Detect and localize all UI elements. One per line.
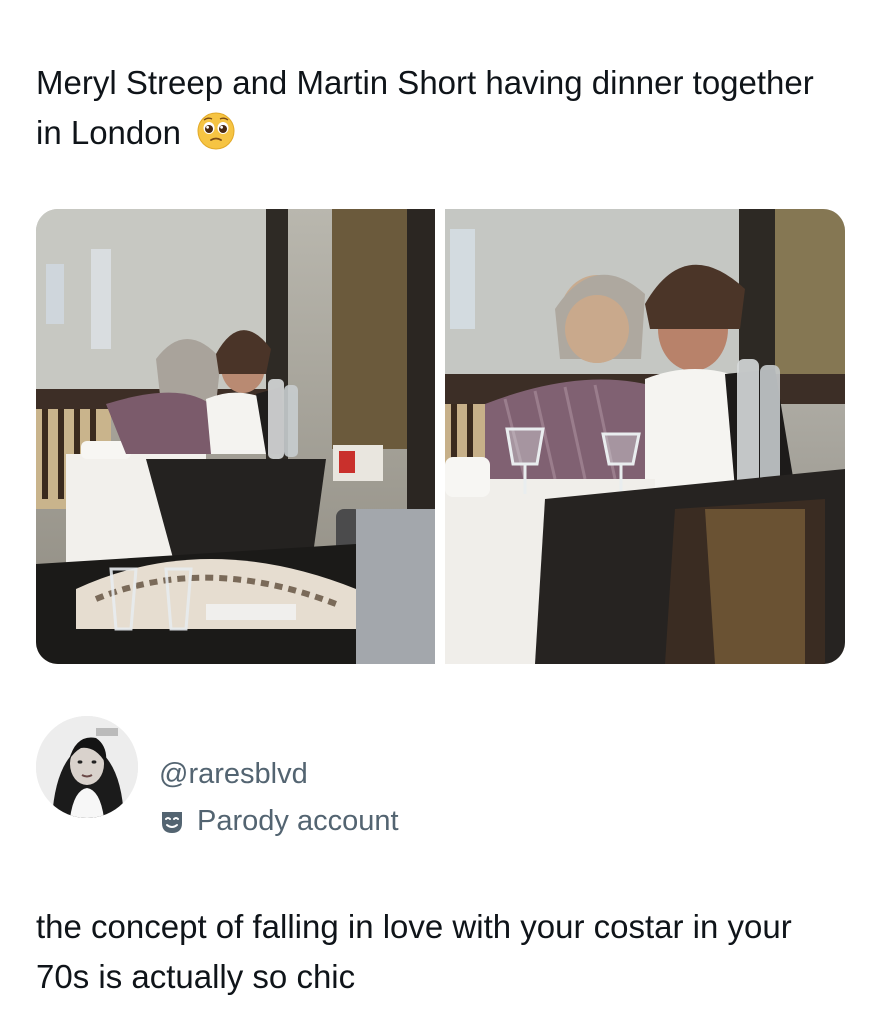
restaurant-photo-right[interactable] [445, 209, 845, 664]
parody-account-label: Parody account [159, 805, 399, 838]
avatar[interactable] [36, 716, 138, 818]
theater-masks-icon [159, 809, 185, 835]
reply-text: the concept of falling in love with your… [36, 908, 792, 995]
parody-account-row[interactable]: @raresblvd Parody account [36, 716, 836, 837]
post-media[interactable] [36, 209, 845, 664]
parody-account-text: Parody account [197, 805, 399, 837]
post-text-block: Meryl Streep and Martin Short having din… [36, 58, 836, 165]
restaurant-photo-left[interactable] [36, 209, 435, 664]
pleading-face-emoji-icon [196, 111, 236, 165]
account-handle[interactable]: @raresblvd [159, 758, 308, 791]
post-text: Meryl Streep and Martin Short having din… [36, 64, 814, 151]
